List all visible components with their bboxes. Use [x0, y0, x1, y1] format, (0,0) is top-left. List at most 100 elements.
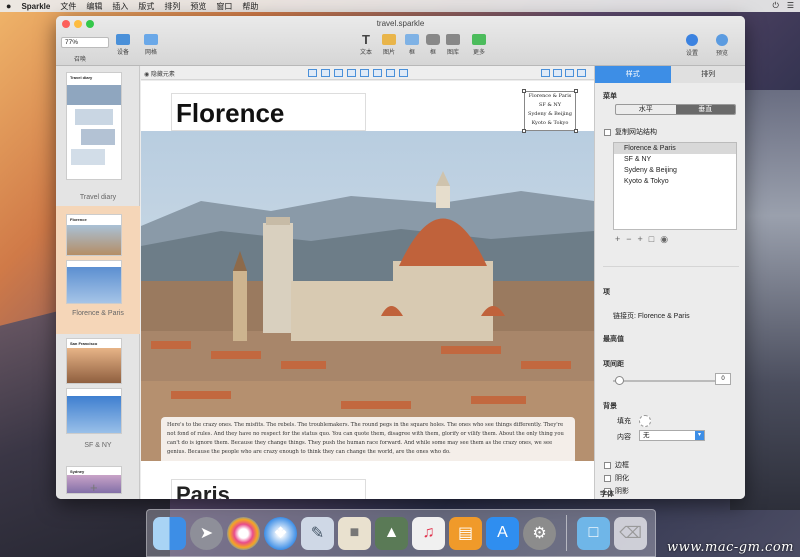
downloads-folder-icon[interactable]: □: [577, 516, 610, 550]
music-icon[interactable]: ♫: [412, 516, 445, 550]
finder-icon[interactable]: [153, 516, 186, 550]
list-item[interactable]: SF & NY: [614, 154, 736, 165]
system-preferences-icon[interactable]: ⚙: [523, 516, 556, 550]
tab-style[interactable]: 样式: [595, 66, 671, 83]
image-icon: [382, 34, 396, 45]
spacing-stepper[interactable]: 0: [715, 373, 731, 385]
photo-icon[interactable]: ■: [338, 516, 371, 550]
resize-handle[interactable]: [574, 129, 578, 133]
florence-photo[interactable]: [141, 131, 594, 461]
send-back-icon[interactable]: [577, 69, 586, 77]
app-name-menu[interactable]: Sparkle: [21, 2, 50, 11]
slide-group-travel-diary[interactable]: Travel diary Travel diary: [56, 66, 140, 206]
ibooks-icon[interactable]: ▤: [449, 516, 482, 550]
nav-link[interactable]: Kyoto & Tokyo: [525, 119, 575, 128]
vertical-option[interactable]: 垂直: [675, 105, 735, 114]
slide-group-sf-ny[interactable]: San Francisco SF & NY: [56, 334, 140, 464]
power-icon[interactable]: ⏻: [773, 1, 779, 11]
list-item[interactable]: Kyoto & Tokyo: [614, 176, 736, 187]
menu-arrange[interactable]: 排列: [164, 1, 180, 12]
fill-color-icon[interactable]: [639, 415, 651, 427]
navigation-menu[interactable]: Florence & Paris SF & NY Sydeny & Beijin…: [522, 89, 578, 133]
page-canvas[interactable]: Florence Florence & Paris SF & NY Sydeny…: [141, 81, 594, 499]
thumb-image: [67, 85, 121, 105]
folder-icon[interactable]: □: [649, 234, 654, 245]
image-button[interactable]: 图片: [382, 34, 396, 56]
settings-button[interactable]: 设置: [686, 34, 698, 57]
remove-item-icon[interactable]: −: [626, 234, 631, 245]
caption-text-box[interactable]: Here's to the crazy ones. The misfits. T…: [161, 417, 575, 471]
eye-icon[interactable]: ◉: [660, 234, 668, 245]
add-sub-item-icon[interactable]: +: [638, 234, 643, 245]
next-page-title[interactable]: Paris: [171, 479, 366, 499]
nav-link[interactable]: SF & NY: [525, 101, 575, 110]
app-store-icon[interactable]: A: [486, 516, 519, 550]
align-top-icon[interactable]: [347, 69, 356, 77]
add-item-icon[interactable]: +: [615, 234, 620, 245]
slide-label: Florence & Paris: [72, 310, 124, 317]
device-button[interactable]: 设备: [116, 34, 130, 56]
add-slide-button[interactable]: +: [90, 480, 98, 495]
slide-group-sydney[interactable]: Sydney: [56, 464, 140, 494]
resize-handle[interactable]: [574, 89, 578, 93]
more-button[interactable]: 更多: [472, 34, 486, 56]
slide-group-florence-paris[interactable]: Florence Florence & Paris: [56, 206, 140, 334]
list-item[interactable]: Sydeny & Beijing: [614, 165, 736, 176]
slide-thumbnail[interactable]: [66, 260, 122, 304]
bring-forward-icon[interactable]: [541, 69, 550, 77]
menu-format[interactable]: 版式: [138, 1, 154, 12]
preview-icon[interactable]: ✎: [301, 516, 334, 550]
distribute-v-icon[interactable]: [399, 69, 408, 77]
game-center-icon[interactable]: [227, 516, 260, 550]
menu-edit[interactable]: 编辑: [86, 1, 102, 12]
zoom-label: 召唤: [74, 57, 87, 63]
nav-link[interactable]: Florence & Paris: [525, 92, 575, 101]
border-checkbox[interactable]: 边框: [604, 460, 629, 470]
align-left-icon[interactable]: [308, 69, 317, 77]
gallery-button[interactable]: 图库: [446, 34, 460, 56]
menu-file[interactable]: 文件: [60, 1, 76, 12]
resize-handle[interactable]: [522, 129, 526, 133]
menu-insert[interactable]: 插入: [112, 1, 128, 12]
layout-button[interactable]: 网格: [144, 34, 158, 56]
menu-window[interactable]: 窗口: [216, 1, 232, 12]
safari-icon[interactable]: ❖: [264, 516, 297, 550]
align-center-icon[interactable]: [321, 69, 330, 77]
shade-checkbox[interactable]: 阴化: [604, 473, 629, 483]
menu-help[interactable]: 帮助: [242, 1, 258, 12]
distribute-h-icon[interactable]: [386, 69, 395, 77]
page-title[interactable]: Florence: [171, 93, 366, 131]
preview-button[interactable]: 预览: [716, 34, 728, 57]
nav-link[interactable]: Sydeny & Beijing: [525, 110, 575, 119]
content-select[interactable]: 无 ▾: [639, 430, 705, 441]
slide-thumbnail[interactable]: [66, 388, 122, 434]
text-button[interactable]: T 文本: [359, 33, 373, 56]
link-page-row[interactable]: 链接页: Florence & Paris: [613, 311, 690, 321]
list-item[interactable]: Florence & Paris: [614, 143, 736, 154]
shape-button[interactable]: 框: [405, 34, 419, 56]
menu-preview[interactable]: 预览: [190, 1, 206, 12]
zoom-select[interactable]: 77%: [61, 37, 109, 48]
photos-icon[interactable]: ▲: [375, 516, 408, 550]
box-button[interactable]: 框: [426, 34, 440, 56]
hide-elements-toggle[interactable]: ◉ 隐藏元素: [144, 69, 175, 78]
apple-menu-icon[interactable]: ●: [6, 1, 11, 11]
align-bottom-icon[interactable]: [373, 69, 382, 77]
slide-thumbnail[interactable]: San Francisco: [66, 338, 122, 384]
align-right-icon[interactable]: [334, 69, 343, 77]
send-backward-icon[interactable]: [553, 69, 562, 77]
spacing-slider-track[interactable]: [613, 380, 725, 382]
bring-front-icon[interactable]: [565, 69, 574, 77]
slide-thumbnail[interactable]: Travel diary: [66, 72, 122, 180]
launchpad-icon[interactable]: ➤: [190, 516, 223, 550]
horizontal-option[interactable]: 水平: [616, 105, 676, 114]
spacing-slider-knob[interactable]: [615, 376, 624, 385]
align-middle-icon[interactable]: [360, 69, 369, 77]
slide-thumbnail[interactable]: Florence: [66, 214, 122, 256]
resize-handle[interactable]: [522, 89, 526, 93]
copy-structure-checkbox[interactable]: 复制网站结构: [604, 127, 657, 137]
trash-icon[interactable]: ⌫: [614, 516, 647, 550]
list-icon[interactable]: ☰: [787, 1, 794, 11]
tab-arrange[interactable]: 排列: [670, 66, 745, 83]
font-section-title: 字体: [600, 491, 614, 498]
